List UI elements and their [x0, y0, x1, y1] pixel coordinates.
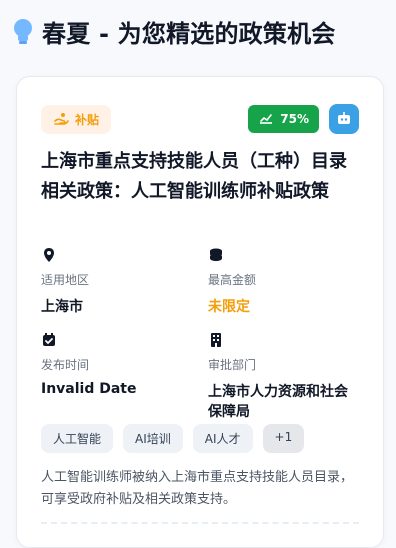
dept-cell: 审批部门 上海市人力资源和社会保障局 [208, 332, 359, 421]
page-title: 春夏 - 为您精选的政策机会 [42, 20, 336, 48]
subsidy-label: 补贴 [75, 112, 100, 127]
right-badges: 75% [248, 104, 359, 134]
lightbulb-icon [12, 18, 34, 46]
dept-label: 审批部门 [208, 358, 257, 372]
region-value: 上海市 [41, 299, 83, 315]
subsidy-badge: 补贴 [41, 104, 112, 134]
robot-icon[interactable] [329, 104, 359, 134]
region-cell: 适用地区 上海市 [41, 247, 192, 316]
tag-item[interactable]: AI人才 [192, 424, 253, 453]
amount-value: 未限定 [208, 299, 250, 315]
card-top-row: 补贴 75% [41, 103, 359, 135]
location-pin-icon [41, 247, 57, 263]
more-tags-button[interactable]: +1 [262, 424, 305, 453]
building-icon [208, 332, 224, 348]
match-percent: 75% [280, 112, 309, 126]
policy-info-grid: 适用地区 上海市 最高金额 未限定 发布时间 Invalid Date 审批部门… [41, 247, 359, 421]
policy-card[interactable]: 补贴 75% 上海市重点支持技能人员（工种）目录相关政策：人工智能训练师补贴政策… [16, 76, 384, 548]
policy-title[interactable]: 上海市重点支持技能人员（工种）目录相关政策：人工智能训练师补贴政策 [41, 147, 359, 207]
dept-value: 上海市人力资源和社会保障局 [208, 384, 348, 420]
publish-cell: 发布时间 Invalid Date [41, 332, 192, 421]
trend-chart-icon [258, 111, 274, 127]
hand-coins-icon [53, 111, 69, 127]
policy-description: 人工智能训练师被纳入上海市重点支持技能人员目录，可享受政府补贴及相关政策支持。 [41, 470, 354, 507]
amount-cell: 最高金额 未限定 [208, 247, 359, 316]
publish-label: 发布时间 [41, 358, 90, 372]
card-divider [41, 522, 359, 524]
tag-item[interactable]: AI培训 [123, 424, 183, 453]
tag-item[interactable]: 人工智能 [41, 424, 114, 453]
region-label: 适用地区 [41, 273, 90, 287]
tag-list: 人工智能 AI培训 AI人才 +1 [41, 424, 359, 453]
coins-icon [208, 247, 224, 263]
calendar-check-icon [41, 332, 57, 348]
page-header: 春夏 - 为您精选的政策机会 [12, 14, 335, 49]
publish-value: Invalid Date [41, 381, 137, 397]
match-percent-badge: 75% [248, 105, 319, 133]
amount-label: 最高金额 [208, 273, 257, 287]
